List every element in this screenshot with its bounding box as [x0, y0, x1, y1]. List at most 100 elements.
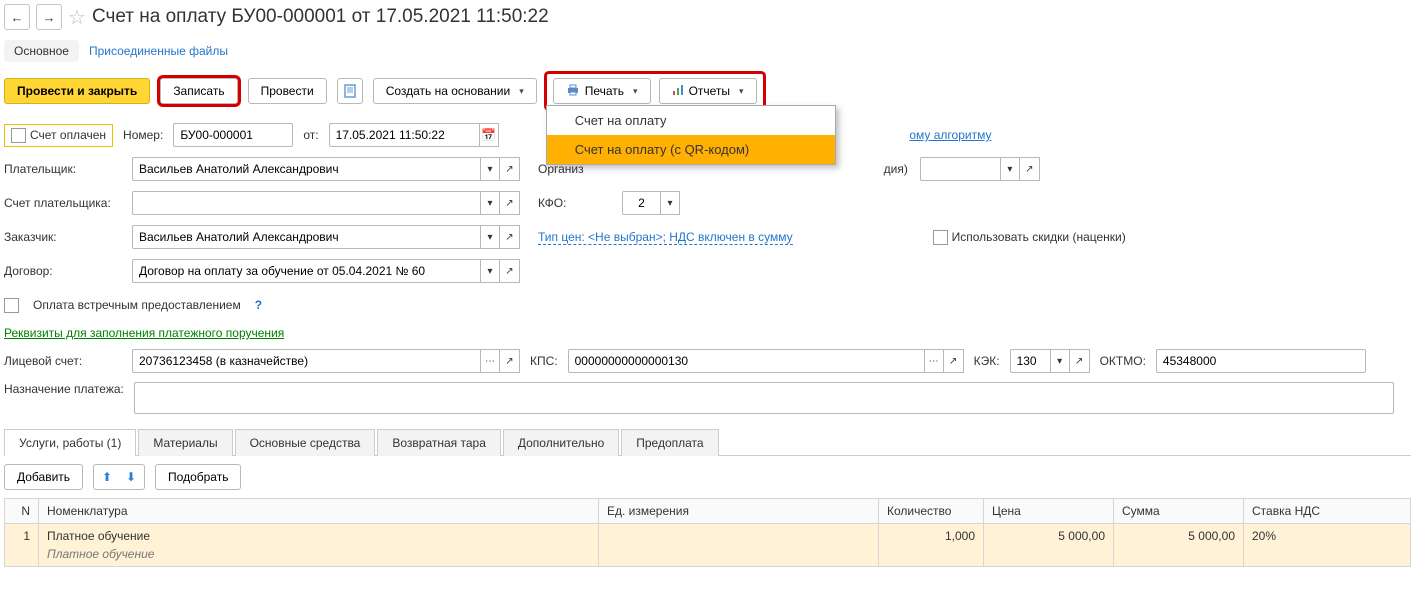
tab-returnable[interactable]: Возвратная тара: [377, 429, 501, 456]
cell-unit: [599, 524, 879, 567]
tab-fixed-assets[interactable]: Основные средства: [235, 429, 376, 456]
oktmo-label: ОКТМО:: [1100, 354, 1146, 368]
contract-label: Договор:: [4, 264, 122, 278]
move-row-buttons: ⬆ ⬇: [93, 464, 145, 490]
org-input-tail[interactable]: [920, 157, 1000, 181]
payment-req-header[interactable]: Реквизиты для заполнения платежного пору…: [4, 326, 284, 340]
items-grid: N Номенклатура Ед. измерения Количество …: [4, 498, 1411, 567]
customer-open-icon[interactable]: ↗: [500, 225, 520, 249]
payer-label: Плательщик:: [4, 162, 122, 176]
tab-prepayment[interactable]: Предоплата: [621, 429, 718, 456]
payer-account-input[interactable]: [132, 191, 480, 215]
kfo-dropdown-icon[interactable]: ▾: [660, 191, 680, 215]
paid-label: Счет оплачен: [30, 128, 106, 142]
tab-attached-files[interactable]: Присоединенные файлы: [79, 40, 238, 62]
tab-services[interactable]: Услуги, работы (1): [4, 429, 136, 456]
number-input[interactable]: [173, 123, 293, 147]
col-sum: Сумма: [1114, 499, 1244, 524]
move-up-icon[interactable]: ⬆: [96, 467, 118, 487]
customer-dropdown-icon[interactable]: ▾: [480, 225, 500, 249]
kek-open-icon[interactable]: ↗: [1070, 349, 1090, 373]
cell-qty: 1,000: [879, 524, 984, 567]
paid-chip: Счет оплачен: [4, 124, 113, 147]
kfo-input[interactable]: [622, 191, 660, 215]
reports-label: Отчеты: [689, 84, 730, 98]
add-row-button[interactable]: Добавить: [4, 464, 83, 490]
col-n: N: [5, 499, 39, 524]
payer-open-icon[interactable]: ↗: [500, 157, 520, 181]
printer-icon: [566, 84, 580, 99]
kps-label: КПС:: [530, 354, 558, 368]
create-based-on-button[interactable]: Создать на основании: [373, 78, 537, 104]
contract-open-icon[interactable]: ↗: [500, 259, 520, 283]
page-title: Счет на оплату БУ00-000001 от 17.05.2021…: [92, 6, 549, 28]
discount-checkbox[interactable]: [933, 230, 948, 245]
tab-additional[interactable]: Дополнительно: [503, 429, 619, 456]
counter-payment-label: Оплата встречным предоставлением: [33, 298, 241, 312]
kps-open-icon[interactable]: ↗: [944, 349, 964, 373]
org-open-icon[interactable]: ↗: [1020, 157, 1040, 181]
cell-price: 5 000,00: [984, 524, 1114, 567]
payer-dropdown-icon[interactable]: ▾: [480, 157, 500, 181]
col-vat: Ставка НДС: [1244, 499, 1411, 524]
print-dropdown: Счет на оплату Счет на оплату (с QR-кодо…: [546, 105, 836, 165]
org-value-tail: дия): [884, 162, 908, 176]
col-unit: Ед. измерения: [599, 499, 879, 524]
conduct-button[interactable]: Провести: [248, 78, 327, 104]
payer-input[interactable]: [132, 157, 480, 181]
print-button[interactable]: Печать: [553, 78, 651, 104]
cell-n: 1: [5, 524, 39, 567]
counter-payment-checkbox[interactable]: [4, 298, 19, 313]
nav-tabs: Основное Присоединенные файлы: [4, 40, 1411, 62]
favorite-star-icon[interactable]: ☆: [68, 5, 86, 30]
conduct-and-close-button[interactable]: Провести и закрыть: [4, 78, 150, 104]
contract-dropdown-icon[interactable]: ▾: [480, 259, 500, 283]
tab-main[interactable]: Основное: [4, 40, 79, 62]
tab-materials[interactable]: Материалы: [138, 429, 232, 456]
payer-account-open-icon[interactable]: ↗: [500, 191, 520, 215]
cell-nom-main: Платное обучение: [47, 529, 590, 543]
kek-input[interactable]: [1010, 349, 1050, 373]
pick-button[interactable]: Подобрать: [155, 464, 241, 490]
paid-checkbox[interactable]: [11, 128, 26, 143]
nav-back-button[interactable]: ←: [4, 4, 30, 30]
kek-dropdown-icon[interactable]: ▾: [1050, 349, 1070, 373]
contract-input[interactable]: [132, 259, 480, 283]
price-type-link[interactable]: Тип цен: <Не выбран>; НДС включен в сумм…: [538, 230, 793, 245]
date-input[interactable]: [329, 123, 479, 147]
col-qty: Количество: [879, 499, 984, 524]
print-reports-group: Печать Отчеты: [547, 74, 763, 108]
kfo-label: КФО:: [538, 196, 612, 210]
personal-account-more-icon[interactable]: ⋯: [480, 349, 500, 373]
payment-purpose-input[interactable]: [134, 382, 1394, 414]
reports-button[interactable]: Отчеты: [659, 78, 757, 104]
kps-input[interactable]: [568, 349, 924, 373]
personal-account-input[interactable]: [132, 349, 480, 373]
print-menu-invoice-qr[interactable]: Счет на оплату (с QR-кодом): [547, 135, 835, 164]
personal-account-label: Лицевой счет:: [4, 354, 122, 368]
cell-sum: 5 000,00: [1114, 524, 1244, 567]
document-status-icon[interactable]: [337, 78, 363, 104]
personal-account-open-icon[interactable]: ↗: [500, 349, 520, 373]
cell-nom-sub: Платное обучение: [47, 543, 590, 561]
date-from-label: от:: [303, 128, 318, 142]
number-label: Номер:: [123, 128, 163, 142]
kek-label: КЭК:: [974, 354, 1000, 368]
customer-input[interactable]: [132, 225, 480, 249]
payer-account-dropdown-icon[interactable]: ▾: [480, 191, 500, 215]
nav-forward-button[interactable]: →: [36, 4, 62, 30]
table-row[interactable]: 1 Платное обучение Платное обучение 1,00…: [5, 524, 1411, 567]
print-menu-invoice[interactable]: Счет на оплату: [547, 106, 835, 135]
cell-vat: 20%: [1244, 524, 1411, 567]
algorithm-link[interactable]: ому алгоритму: [909, 128, 991, 142]
move-down-icon[interactable]: ⬇: [120, 467, 142, 487]
cell-nomenclature: Платное обучение Платное обучение: [39, 524, 599, 567]
calendar-icon[interactable]: 📅: [479, 123, 499, 147]
kps-more-icon[interactable]: ⋯: [924, 349, 944, 373]
payment-purpose-label: Назначение платежа:: [4, 382, 124, 398]
save-button[interactable]: Записать: [160, 78, 237, 104]
discount-label: Использовать скидки (наценки): [952, 230, 1126, 244]
oktmo-input[interactable]: [1156, 349, 1366, 373]
org-dropdown-icon[interactable]: ▾: [1000, 157, 1020, 181]
help-icon[interactable]: ?: [255, 298, 262, 312]
